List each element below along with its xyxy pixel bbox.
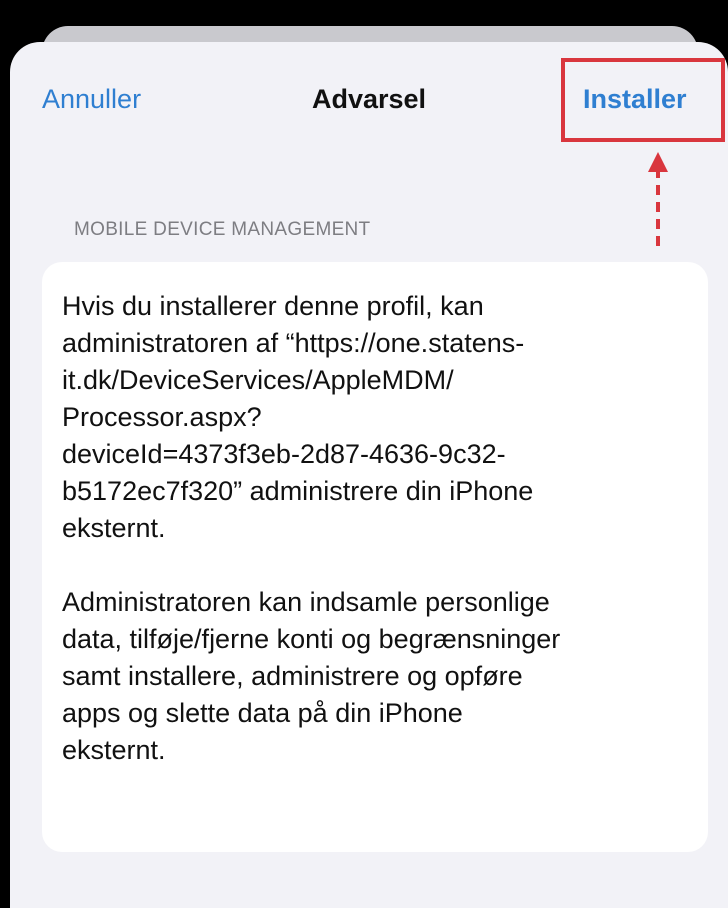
warning-card: Hvis du installerer denne profil, kan ad… [42, 262, 708, 852]
dashed-up-arrow-icon [648, 152, 668, 246]
install-highlight-box [561, 58, 725, 142]
install-profile-sheet: Annuller Advarsel Installer MOBILE DEVIC… [10, 42, 728, 908]
warning-paragraph-profile: Hvis du installerer denne profil, kan ad… [62, 291, 534, 543]
section-header: MOBILE DEVICE MANAGEMENT [74, 219, 371, 240]
warning-paragraph-admin: Administratoren kan indsamle personlige … [62, 587, 561, 765]
